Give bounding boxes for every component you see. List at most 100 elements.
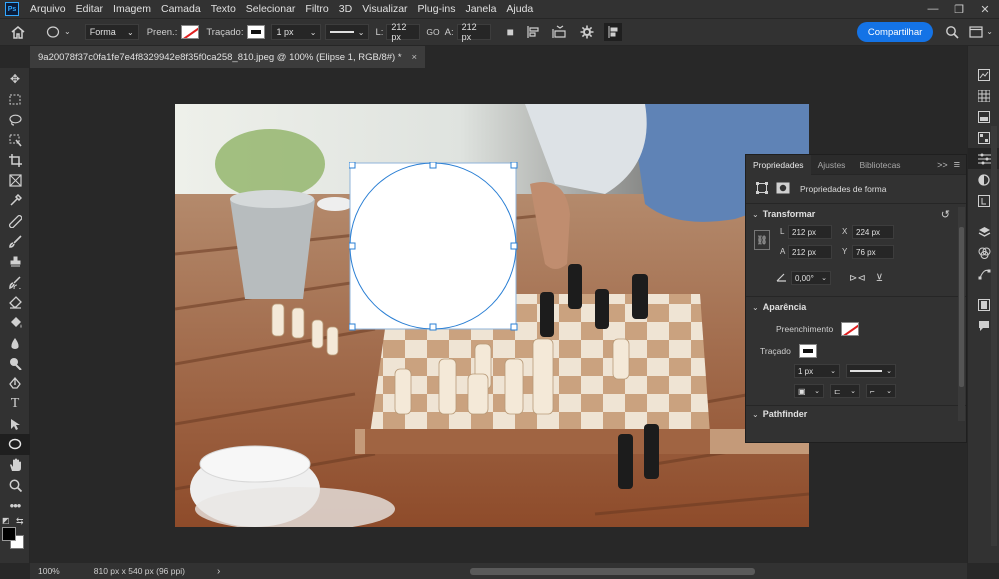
- shape-height-input[interactable]: 212 px: [788, 245, 832, 259]
- lasso-tool-icon[interactable]: [0, 110, 30, 130]
- shape-y-input[interactable]: 76 px: [852, 245, 894, 259]
- link-icon[interactable]: ⛓: [754, 230, 770, 250]
- height-input[interactable]: 212 px: [456, 22, 491, 42]
- collapse-panel-icon[interactable]: >>: [937, 160, 948, 170]
- chevron-down-icon[interactable]: ⌄: [752, 410, 759, 419]
- document-canvas-image[interactable]: [175, 104, 809, 527]
- blur-tool-icon[interactable]: [0, 333, 30, 353]
- dodge-tool-icon[interactable]: [0, 353, 30, 373]
- marquee-tool-icon[interactable]: [0, 89, 30, 109]
- zoom-level[interactable]: 100%: [38, 566, 60, 576]
- menu-plugins[interactable]: Plug-ins: [413, 0, 461, 18]
- menu-3d[interactable]: 3D: [334, 0, 357, 18]
- flip-horizontal-icon[interactable]: ⊳⊲: [849, 273, 866, 284]
- maximize-button[interactable]: ❐: [949, 3, 969, 16]
- crop-tool-icon[interactable]: [0, 150, 30, 170]
- move-tool-icon[interactable]: ✥: [0, 69, 30, 89]
- brush-tool-icon[interactable]: [0, 231, 30, 251]
- color-swatches[interactable]: ◩ ⇆: [0, 516, 30, 558]
- tool-mode-select[interactable]: Forma ⌄: [84, 24, 139, 40]
- ellipse-shape[interactable]: [349, 162, 519, 332]
- chevron-down-icon[interactable]: ⌄: [752, 210, 759, 219]
- close-window-button[interactable]: ✕: [975, 3, 995, 16]
- menu-ajuda[interactable]: Ajuda: [501, 0, 538, 18]
- stroke-width-field[interactable]: 1 px ⌄: [794, 364, 840, 378]
- healing-brush-tool-icon[interactable]: [0, 211, 30, 231]
- panel-scrollbar[interactable]: [958, 207, 965, 421]
- minimize-button[interactable]: —: [923, 3, 943, 15]
- object-selection-tool-icon[interactable]: [0, 130, 30, 150]
- close-tab-icon[interactable]: ×: [412, 52, 418, 63]
- path-operations-icon[interactable]: ■: [507, 26, 514, 38]
- clone-stamp-tool-icon[interactable]: [0, 252, 30, 272]
- gradients-panel-icon[interactable]: [968, 106, 999, 127]
- flip-vertical-icon[interactable]: ⊻: [876, 273, 883, 284]
- appearance-section-title[interactable]: Aparência: [763, 302, 807, 312]
- pathfinder-section-title[interactable]: Pathfinder: [763, 409, 808, 419]
- share-button[interactable]: Compartilhar: [856, 22, 934, 42]
- frame-tool-icon[interactable]: [0, 170, 30, 190]
- stroke-type-select[interactable]: ⌄: [325, 24, 370, 40]
- shape-x-input[interactable]: 224 px: [852, 225, 894, 239]
- angle-input[interactable]: 0,00° ⌄: [791, 271, 831, 285]
- stroke-corners-dropdown[interactable]: ⌐ ⌄: [866, 384, 896, 398]
- menu-visualizar[interactable]: Visualizar: [357, 0, 412, 18]
- menu-janela[interactable]: Janela: [460, 0, 501, 18]
- stroke-swatch[interactable]: [247, 25, 266, 39]
- workspace-icon[interactable]: [969, 26, 983, 38]
- align-edges-icon[interactable]: [603, 23, 622, 41]
- menu-imagem[interactable]: Imagem: [108, 0, 156, 18]
- swap-colors-icon[interactable]: ⇆: [16, 516, 24, 527]
- home-icon[interactable]: [10, 25, 26, 39]
- tab-ajustes[interactable]: Ajustes: [811, 155, 853, 175]
- pen-tool-icon[interactable]: [0, 373, 30, 393]
- ellipse-tool-icon[interactable]: [0, 434, 30, 455]
- history-brush-tool-icon[interactable]: [0, 272, 30, 292]
- chevron-down-icon[interactable]: ⌄: [752, 303, 759, 312]
- stroke-width-input[interactable]: 1 px ⌄: [271, 24, 322, 40]
- swatches-panel-icon[interactable]: [968, 85, 999, 106]
- stroke-align-dropdown[interactable]: ▣ ⌄: [794, 384, 824, 398]
- dock-scrollbar[interactable]: [991, 126, 997, 546]
- history-panel-icon[interactable]: [968, 64, 999, 85]
- foreground-color-swatch[interactable]: [2, 526, 16, 541]
- fill-color-swatch[interactable]: [841, 322, 860, 336]
- reset-transform-icon[interactable]: ↺: [941, 208, 950, 221]
- document-tab[interactable]: 9a20078f37c0fa1fe7e4f8329942e8f35f0ca258…: [30, 46, 426, 68]
- menu-filtro[interactable]: Filtro: [300, 0, 333, 18]
- link-dimensions-icon[interactable]: GO: [426, 27, 439, 37]
- status-menu-arrow[interactable]: ›: [217, 566, 220, 577]
- shape-width-input[interactable]: 212 px: [788, 225, 832, 239]
- chevron-down-icon[interactable]: ⌄: [986, 28, 993, 36]
- tab-propriedades[interactable]: Propriedades: [746, 154, 811, 175]
- horizontal-scrollbar[interactable]: [470, 568, 755, 575]
- menu-arquivo[interactable]: Arquivo: [25, 0, 71, 18]
- gear-icon[interactable]: [580, 25, 594, 39]
- fill-swatch[interactable]: [181, 25, 200, 39]
- path-alignment-icon[interactable]: [526, 25, 540, 39]
- tab-bibliotecas[interactable]: Bibliotecas: [852, 155, 907, 175]
- type-tool-icon[interactable]: T: [0, 394, 30, 414]
- panel-menu-icon[interactable]: ≡: [954, 159, 960, 171]
- hand-tool-icon[interactable]: [0, 455, 30, 475]
- width-value: 212 px: [391, 22, 407, 42]
- transform-section-title[interactable]: Transformar: [763, 209, 816, 219]
- path-selection-tool-icon[interactable]: [0, 414, 30, 434]
- stroke-type-dropdown[interactable]: ⌄: [846, 364, 896, 378]
- paint-bucket-tool-icon[interactable]: [0, 313, 30, 333]
- tool-preset-picker[interactable]: ⌄: [46, 25, 71, 39]
- eyedropper-tool-icon[interactable]: [0, 191, 30, 211]
- eraser-tool-icon[interactable]: [0, 292, 30, 312]
- menu-camada[interactable]: Camada: [156, 0, 206, 18]
- path-arrangement-icon[interactable]: [552, 25, 568, 39]
- default-colors-icon[interactable]: ◩: [2, 516, 10, 525]
- width-input[interactable]: 212 px: [386, 22, 421, 42]
- more-tools-icon[interactable]: •••: [0, 495, 30, 515]
- stroke-caps-dropdown[interactable]: ⊏ ⌄: [830, 384, 860, 398]
- menu-editar[interactable]: Editar: [71, 0, 108, 18]
- search-icon[interactable]: [945, 25, 959, 39]
- menu-texto[interactable]: Texto: [206, 0, 241, 18]
- stroke-color-swatch[interactable]: [798, 344, 817, 358]
- zoom-tool-icon[interactable]: [0, 475, 30, 495]
- menu-selecionar[interactable]: Selecionar: [241, 0, 301, 18]
